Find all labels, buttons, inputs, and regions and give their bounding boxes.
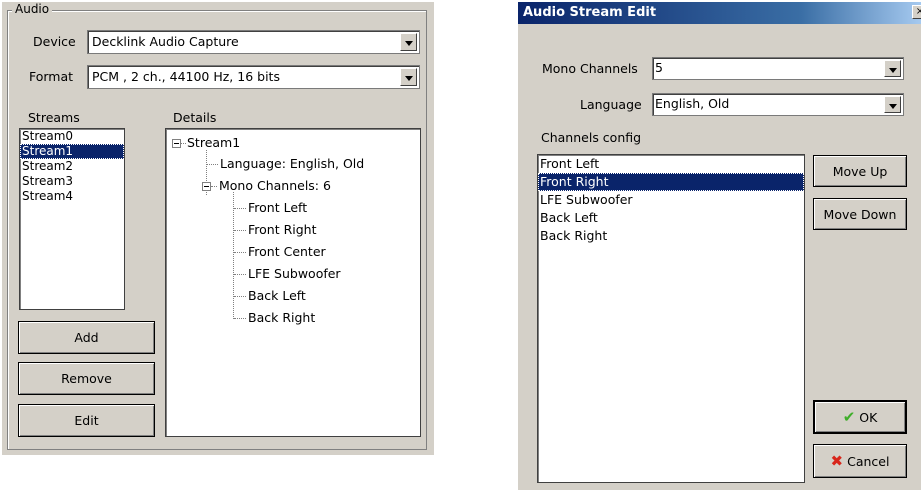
audio-stream-edit-dialog: Audio Stream Edit × Mono Channels 5 Lang… <box>517 2 921 490</box>
list-item-selected[interactable]: Stream1 <box>20 144 124 159</box>
tree-node-language[interactable]: Language: English, Old <box>220 156 364 172</box>
cancel-button[interactable]: ✖ Cancel <box>813 444 907 478</box>
tree-node-channel[interactable]: Back Right <box>248 310 315 326</box>
device-value: Decklink Audio Capture <box>92 34 239 49</box>
chevron-down-icon[interactable] <box>400 33 417 51</box>
list-item[interactable]: Back Right <box>538 227 804 245</box>
language-select[interactable]: English, Old <box>652 93 904 116</box>
collapse-icon[interactable] <box>202 182 211 191</box>
audio-settings-panel: Audio Device Decklink Audio Capture Form… <box>2 2 434 455</box>
language-value: English, Old <box>655 96 730 111</box>
check-icon: ✔ <box>842 408 856 426</box>
chevron-down-icon[interactable] <box>884 96 901 113</box>
ok-label: OK <box>859 409 878 425</box>
list-item[interactable]: Stream2 <box>20 159 124 174</box>
remove-button[interactable]: Remove <box>18 362 155 395</box>
channels-config-list[interactable]: Front Left Front Right LFE Subwoofer Bac… <box>537 154 805 483</box>
move-up-button[interactable]: Move Up <box>813 155 907 187</box>
audio-group-title: Audio <box>12 2 53 16</box>
collapse-icon[interactable] <box>172 139 181 148</box>
tree-node-root[interactable]: Stream1 <box>187 135 240 151</box>
streams-label: Streams <box>28 110 80 125</box>
edit-button[interactable]: Edit <box>18 404 155 437</box>
list-item[interactable]: LFE Subwoofer <box>538 191 804 209</box>
streams-list[interactable]: Stream0 Stream1 Stream2 Stream3 Stream4 <box>19 128 125 310</box>
tree-node-channel[interactable]: Back Left <box>248 288 306 304</box>
tree-node-channel[interactable]: Front Center <box>248 244 326 260</box>
format-label: Format <box>29 69 74 84</box>
channels-config-label: Channels config <box>541 130 642 145</box>
dialog-title: Audio Stream Edit <box>523 5 657 20</box>
cross-icon: ✖ <box>830 452 844 470</box>
list-item[interactable]: Back Left <box>538 209 804 227</box>
cancel-label: Cancel <box>847 453 890 469</box>
close-icon[interactable]: × <box>912 5 921 19</box>
ok-button[interactable]: ✔ OK <box>813 400 907 434</box>
language-label: Language <box>580 97 642 112</box>
format-value: PCM , 2 ch., 44100 Hz, 16 bits <box>92 69 280 84</box>
format-select[interactable]: PCM , 2 ch., 44100 Hz, 16 bits <box>87 65 420 89</box>
tree-node-channel[interactable]: LFE Subwoofer <box>248 266 341 282</box>
device-label: Device <box>33 34 76 49</box>
tree-node-channel[interactable]: Front Left <box>248 200 307 216</box>
move-down-button[interactable]: Move Down <box>813 198 907 230</box>
list-item[interactable]: Stream4 <box>20 189 124 204</box>
mono-channels-label: Mono Channels <box>542 61 638 76</box>
mono-channels-value: 5 <box>655 60 663 75</box>
list-item[interactable]: Front Left <box>538 155 804 173</box>
add-button[interactable]: Add <box>18 321 155 354</box>
chevron-down-icon[interactable] <box>884 60 901 77</box>
device-select[interactable]: Decklink Audio Capture <box>87 30 420 54</box>
details-tree[interactable]: Stream1 Language: English, Old Mono Chan… <box>165 128 421 437</box>
mono-channels-select[interactable]: 5 <box>652 57 904 80</box>
list-item[interactable]: Stream0 <box>20 129 124 144</box>
list-item-selected[interactable]: Front Right <box>538 173 804 191</box>
dialog-titlebar[interactable]: Audio Stream Edit × <box>518 2 921 24</box>
tree-node-channel[interactable]: Front Right <box>248 222 317 238</box>
chevron-down-icon[interactable] <box>400 68 417 86</box>
list-item[interactable]: Stream3 <box>20 174 124 189</box>
details-label: Details <box>173 110 217 125</box>
tree-node-mono-channels[interactable]: Mono Channels: 6 <box>219 178 331 194</box>
